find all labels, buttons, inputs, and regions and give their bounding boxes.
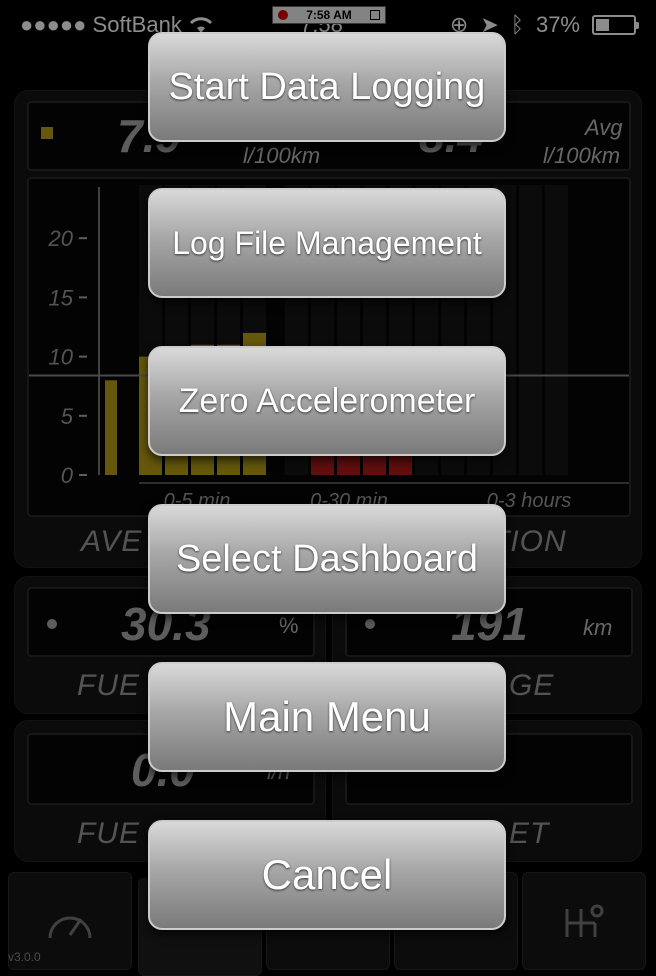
log-file-management-button[interactable]: Log File Management xyxy=(148,188,506,298)
cancel-button[interactable]: Cancel xyxy=(148,820,506,930)
zero-accelerometer-button[interactable]: Zero Accelerometer xyxy=(148,346,506,456)
start-data-logging-button[interactable]: Start Data Logging xyxy=(148,32,506,142)
select-dashboard-button[interactable]: Select Dashboard xyxy=(148,504,506,614)
main-menu-button[interactable]: Main Menu xyxy=(148,662,506,772)
